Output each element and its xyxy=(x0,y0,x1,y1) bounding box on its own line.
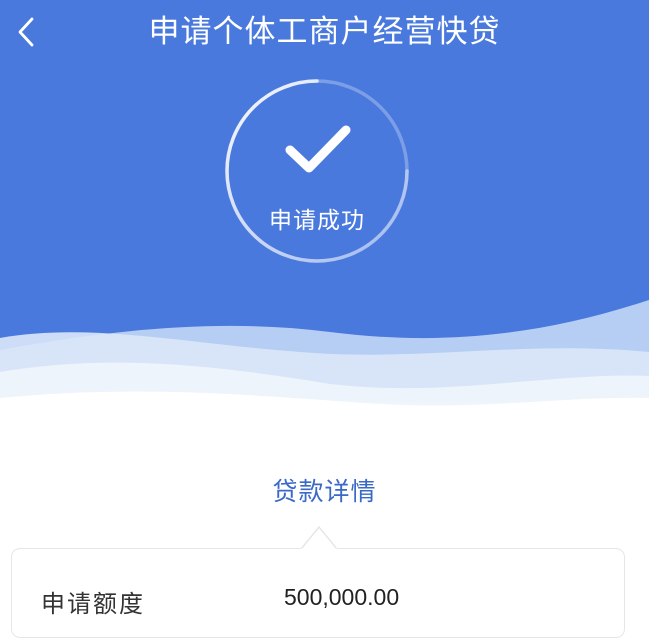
card-pointer xyxy=(301,525,337,550)
status-text: 申请成功 xyxy=(269,208,365,234)
success-hero-banner: 申请个体工商户经营快贷 申请成功 xyxy=(0,0,649,440)
page-title: 申请个体工商户经营快贷 xyxy=(148,14,501,50)
checkmark-icon xyxy=(285,125,351,173)
detail-value: 500,000.00 xyxy=(284,584,400,610)
loan-details-title: 贷款详情 xyxy=(272,477,377,506)
detail-label: 申请额度 xyxy=(41,590,145,618)
